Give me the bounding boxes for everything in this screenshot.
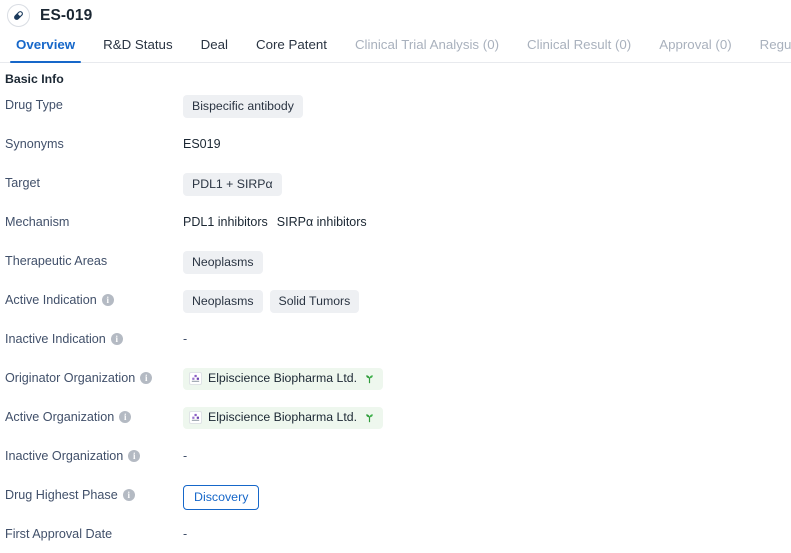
field-row-therapeutic-areas: Therapeutic Areas Neoplasms — [0, 251, 791, 290]
field-label: Drug Highest Phase i — [5, 485, 183, 503]
field-label-text: Drug Type — [5, 98, 63, 112]
field-row-drug-highest-phase: Drug Highest Phase i Discovery — [0, 485, 791, 524]
info-icon[interactable]: i — [128, 450, 141, 462]
field-label-text: Therapeutic Areas — [5, 254, 108, 268]
page-header: ES-019 — [0, 0, 791, 31]
field-row-target: Target PDL1 + SIRPα — [0, 173, 791, 212]
field-row-drug-type: Drug Type Bispecific antibody — [0, 95, 791, 134]
page-title: ES-019 — [40, 6, 93, 24]
info-icon[interactable]: i — [119, 411, 132, 423]
field-value: Discovery — [183, 485, 791, 510]
sprout-icon — [364, 412, 375, 423]
drug-detail-page: ES-019 Overview R&D Status Deal Core Pat… — [0, 0, 791, 553]
field-label: Target — [5, 173, 183, 191]
field-label-text: Active Organization — [5, 410, 115, 424]
field-value: - — [183, 329, 791, 349]
field-value: ES019 — [183, 134, 791, 154]
field-row-inactive-organization: Inactive Organization i - — [0, 446, 791, 485]
field-label: Active Indication i — [5, 290, 183, 308]
field-label-text: Active Indication — [5, 293, 97, 307]
field-value: Elpiscience Biopharma Ltd. — [183, 368, 791, 390]
field-label: Inactive Organization i — [5, 446, 183, 464]
tab-core-patent[interactable]: Core Patent — [242, 31, 341, 63]
field-label-text: Inactive Organization — [5, 449, 124, 463]
overview-content: Basic Info Drug Type Bispecific antibody… — [0, 63, 791, 553]
field-row-first-approval-date: First Approval Date - — [0, 524, 791, 553]
value-synonym: ES019 — [183, 137, 221, 151]
organization-name: Elpiscience Biopharma Ltd. — [208, 410, 358, 424]
field-label-text: Originator Organization — [5, 371, 136, 385]
capsule-pill-icon — [7, 4, 30, 27]
chip-organization[interactable]: Elpiscience Biopharma Ltd. — [183, 407, 384, 429]
info-icon[interactable]: i — [140, 372, 153, 384]
field-label: Mechanism — [5, 212, 183, 230]
info-icon[interactable]: i — [101, 294, 114, 306]
chip-organization[interactable]: Elpiscience Biopharma Ltd. — [183, 368, 384, 390]
value-mechanism: PDL1 inhibitors — [183, 215, 268, 229]
tab-overview[interactable]: Overview — [2, 31, 89, 63]
tab-regulation[interactable]: Regulation (0) — [746, 31, 791, 63]
field-label: Drug Type — [5, 95, 183, 113]
field-value: PDL1 inhibitors SIRPα inhibitors — [183, 212, 791, 232]
organization-name: Elpiscience Biopharma Ltd. — [208, 371, 358, 385]
field-value: Bispecific antibody — [183, 95, 791, 118]
field-label: Active Organization i — [5, 407, 183, 425]
tab-rd-status[interactable]: R&D Status — [89, 31, 186, 63]
field-label-text: Drug Highest Phase — [5, 488, 118, 502]
chip-active-indication[interactable]: Solid Tumors — [269, 290, 360, 313]
value-empty: - — [183, 449, 188, 463]
field-row-active-indication: Active Indication i Neoplasms Solid Tumo… — [0, 290, 791, 329]
field-value: Neoplasms — [183, 251, 791, 274]
field-row-active-organization: Active Organization i Elpiscience Biopha… — [0, 407, 791, 446]
tab-bar: Overview R&D Status Deal Core Patent Cli… — [0, 31, 791, 63]
field-value: Elpiscience Biopharma Ltd. — [183, 407, 791, 429]
field-row-originator-organization: Originator Organization i Elpiscience Bi… — [0, 368, 791, 407]
tab-clinical-trial-analysis[interactable]: Clinical Trial Analysis (0) — [341, 31, 513, 63]
field-label: Inactive Indication i — [5, 329, 183, 347]
section-title-basic-info: Basic Info — [5, 72, 64, 86]
field-label: First Approval Date — [5, 524, 183, 542]
tab-clinical-result[interactable]: Clinical Result (0) — [513, 31, 645, 63]
organization-logo-icon — [189, 411, 202, 424]
field-label-text: First Approval Date — [5, 527, 113, 541]
field-row-mechanism: Mechanism PDL1 inhibitors SIRPα inhibito… — [0, 212, 791, 251]
status-badge-phase[interactable]: Discovery — [183, 485, 260, 510]
field-label-text: Target — [5, 176, 41, 190]
field-row-synonyms: Synonyms ES019 — [0, 134, 791, 173]
field-label-text: Synonyms — [5, 137, 64, 151]
field-value: PDL1 + SIRPα — [183, 173, 791, 196]
chip-therapeutic-area[interactable]: Neoplasms — [183, 251, 263, 274]
field-label-text: Inactive Indication — [5, 332, 106, 346]
value-empty: - — [183, 332, 188, 346]
tab-approval[interactable]: Approval (0) — [645, 31, 745, 63]
chip-active-indication[interactable]: Neoplasms — [183, 290, 263, 313]
field-value: Neoplasms Solid Tumors — [183, 290, 791, 313]
sprout-icon — [364, 373, 375, 384]
tab-deal[interactable]: Deal — [187, 31, 242, 63]
info-icon[interactable]: i — [122, 489, 135, 501]
field-label: Originator Organization i — [5, 368, 183, 386]
info-icon[interactable]: i — [110, 333, 123, 345]
field-label-text: Mechanism — [5, 215, 70, 229]
chip-drug-type[interactable]: Bispecific antibody — [183, 95, 303, 118]
chip-target[interactable]: PDL1 + SIRPα — [183, 173, 282, 196]
field-label: Therapeutic Areas — [5, 251, 183, 269]
field-value: - — [183, 524, 791, 544]
field-value: - — [183, 446, 791, 466]
field-label: Synonyms — [5, 134, 183, 152]
value-mechanism: SIRPα inhibitors — [276, 215, 367, 229]
value-empty: - — [183, 527, 188, 541]
field-row-inactive-indication: Inactive Indication i - — [0, 329, 791, 368]
organization-logo-icon — [189, 372, 202, 385]
